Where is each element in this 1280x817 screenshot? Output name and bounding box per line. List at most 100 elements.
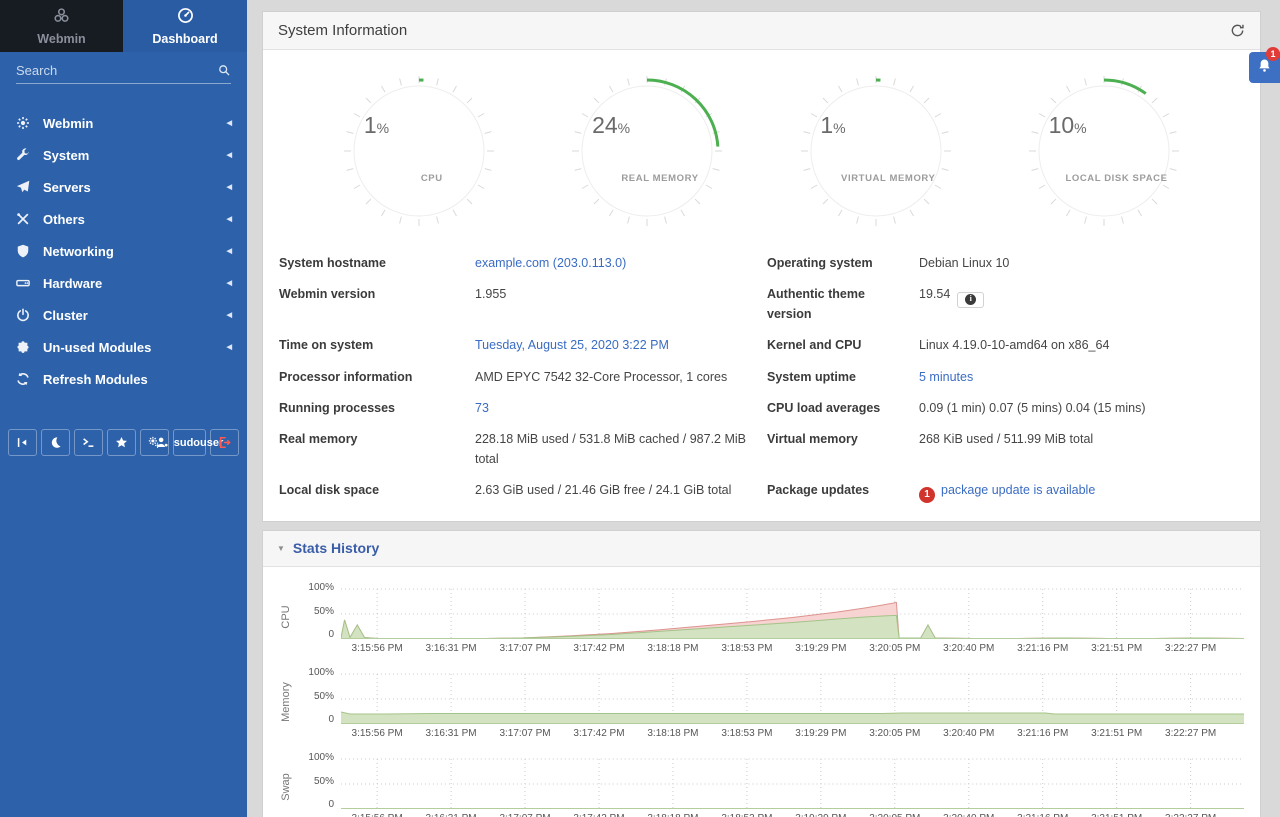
x-tick-label: 3:20:40 PM — [943, 813, 994, 817]
info-link[interactable]: 73 — [475, 401, 489, 415]
tab-webmin[interactable]: Webmin — [0, 0, 123, 52]
gauge-virtual-memory: 1% VIRTUAL MEMORY — [797, 72, 955, 230]
stats-history-panel: ▼ Stats History CPU 100% 50% 0 3:15:56 P… — [263, 531, 1260, 817]
stats-history-title: Stats History — [293, 540, 379, 556]
chart-plot — [341, 585, 1244, 639]
chart-swap: Swap 100% 50% 0 3:15:56 PM3:16:31 PM3:17… — [273, 755, 1260, 817]
table-row: System hostname example.com (203.0.113.0… — [279, 248, 1244, 279]
tools-icon — [15, 212, 31, 226]
info-label: CPU load averages — [767, 393, 919, 424]
collapse-sidebar-button[interactable] — [8, 429, 37, 456]
table-row: Real memory 228.18 MiB used / 531.8 MiB … — [279, 424, 1244, 475]
sidebar: Webmin Dashboard Webmin ◀ System ◀ Serve… — [0, 0, 247, 817]
terminal-button[interactable] — [74, 429, 103, 456]
refresh-icon — [15, 372, 31, 386]
notification-count-badge: 1 — [1266, 47, 1280, 61]
x-tick-label: 3:17:42 PM — [573, 728, 624, 739]
x-tick-label: 3:16:31 PM — [425, 643, 476, 654]
chevron-left-icon: ◀ — [227, 183, 232, 191]
stats-history-header[interactable]: ▼ Stats History — [263, 531, 1260, 567]
info-label: Kernel and CPU — [767, 330, 919, 361]
moon-button[interactable] — [41, 429, 70, 456]
sidebar-item-hardware[interactable]: Hardware ◀ — [0, 267, 247, 299]
gauge-value: 1% — [364, 112, 389, 139]
info-link[interactable]: package update is available — [941, 483, 1095, 497]
paper-plane-icon — [15, 180, 31, 194]
user-icon — [156, 436, 169, 449]
info-label: Local disk space — [279, 475, 475, 509]
x-tick-label: 3:18:53 PM — [721, 643, 772, 654]
x-tick-label: 3:17:07 PM — [499, 643, 550, 654]
chart-y-ticks: 100% 50% 0 — [299, 585, 341, 639]
sidebar-item-servers[interactable]: Servers ◀ — [0, 171, 247, 203]
info-value: 1package update is available — [919, 475, 1244, 509]
sidebar-menu: Webmin ◀ System ◀ Servers ◀ Others ◀ Net… — [0, 95, 247, 395]
x-tick-label: 3:21:51 PM — [1091, 728, 1142, 739]
sidebar-item-others[interactable]: Others ◀ — [0, 203, 247, 235]
info-link[interactable]: 5 minutes — [919, 370, 973, 384]
x-tick-label: 3:21:16 PM — [1017, 728, 1068, 739]
x-tick-label: 3:18:18 PM — [647, 643, 698, 654]
collapse-caret-icon: ▼ — [277, 544, 285, 553]
sidebar-item-networking[interactable]: Networking ◀ — [0, 235, 247, 267]
refresh-button[interactable] — [1230, 23, 1245, 38]
gauge-value: 24% — [592, 112, 630, 139]
sidebar-item-un-used-modules[interactable]: Un-used Modules ◀ — [0, 331, 247, 363]
x-tick-label: 3:21:51 PM — [1091, 643, 1142, 654]
x-tick-label: 3:17:07 PM — [499, 813, 550, 817]
chevron-left-icon: ◀ — [227, 343, 232, 351]
x-tick-label: 3:21:51 PM — [1091, 813, 1142, 817]
sidebar-item-webmin[interactable]: Webmin ◀ — [0, 107, 247, 139]
info-label: System uptime — [767, 362, 919, 393]
logout-button[interactable] — [210, 429, 239, 456]
tab-webmin-label: Webmin — [37, 32, 85, 46]
sidebar-toolbar: sudouser — [0, 429, 247, 456]
gauge-value: 10% — [1049, 112, 1087, 139]
info-value: 1.955 — [475, 279, 767, 330]
info-label: Webmin version — [279, 279, 475, 330]
star-icon — [115, 436, 128, 449]
x-tick-label: 3:22:27 PM — [1165, 728, 1216, 739]
chart-y-axis-title: CPU — [280, 605, 292, 628]
x-tick-label: 3:15:56 PM — [352, 643, 403, 654]
gauges-row: 1% CPU 24% REAL MEMORY 1% VIRTUAL MEMORY… — [263, 50, 1260, 234]
info-label: Virtual memory — [767, 424, 919, 475]
search-input[interactable] — [16, 63, 218, 78]
system-information-panel: System Information 1% CPU 24% REAL MEMOR… — [263, 12, 1260, 521]
info-link[interactable]: Tuesday, August 25, 2020 3:22 PM — [475, 338, 669, 352]
x-tick-label: 3:17:07 PM — [499, 728, 550, 739]
info-value: AMD EPYC 7542 32-Core Processor, 1 cores — [475, 362, 767, 393]
gauge-label: CPU — [372, 173, 492, 184]
info-link[interactable]: example.com (203.0.113.0) — [475, 256, 626, 270]
info-label: Authentic theme version — [767, 279, 919, 330]
x-tick-label: 3:18:53 PM — [721, 728, 772, 739]
info-value: 228.18 MiB used / 531.8 MiB cached / 987… — [475, 424, 767, 475]
notifications-button[interactable]: 1 — [1249, 52, 1280, 83]
info-value: Tuesday, August 25, 2020 3:22 PM — [475, 330, 767, 361]
page-title: System Information — [278, 22, 407, 39]
gauge-label: REAL MEMORY — [600, 173, 720, 184]
chart-cpu: CPU 100% 50% 0 3:15:56 PM 3:16:31 PM 3:17:… — [273, 585, 1260, 658]
sidebar-item-cluster[interactable]: Cluster ◀ — [0, 299, 247, 331]
x-tick-label: 3:15:56 PM — [352, 728, 403, 739]
chevron-left-icon: ◀ — [227, 119, 232, 127]
info-label: Time on system — [279, 330, 475, 361]
logout-icon — [218, 436, 231, 449]
sidebar-item-system[interactable]: System ◀ — [0, 139, 247, 171]
x-tick-label: 3:18:18 PM — [647, 728, 698, 739]
info-label: Real memory — [279, 424, 475, 475]
chevron-left-icon: ◀ — [227, 279, 232, 287]
sidebar-item-refresh-modules[interactable]: Refresh Modules ◀ — [0, 363, 247, 395]
system-information-header: System Information — [263, 12, 1260, 50]
info-label: Running processes — [279, 393, 475, 424]
tab-dashboard[interactable]: Dashboard — [123, 0, 247, 52]
system-info-table: System hostname example.com (203.0.113.0… — [279, 248, 1244, 509]
chevron-left-icon: ◀ — [227, 311, 232, 319]
gauge-value: 1% — [820, 112, 845, 139]
main-content: System Information 1% CPU 24% REAL MEMOR… — [247, 0, 1280, 817]
user-button[interactable]: sudouser — [173, 429, 206, 456]
x-tick-label: 3:19:29 PM — [795, 813, 846, 817]
star-button[interactable] — [107, 429, 136, 456]
tab-dashboard-label: Dashboard — [152, 32, 217, 46]
theme-info-button[interactable]: i — [957, 292, 984, 308]
